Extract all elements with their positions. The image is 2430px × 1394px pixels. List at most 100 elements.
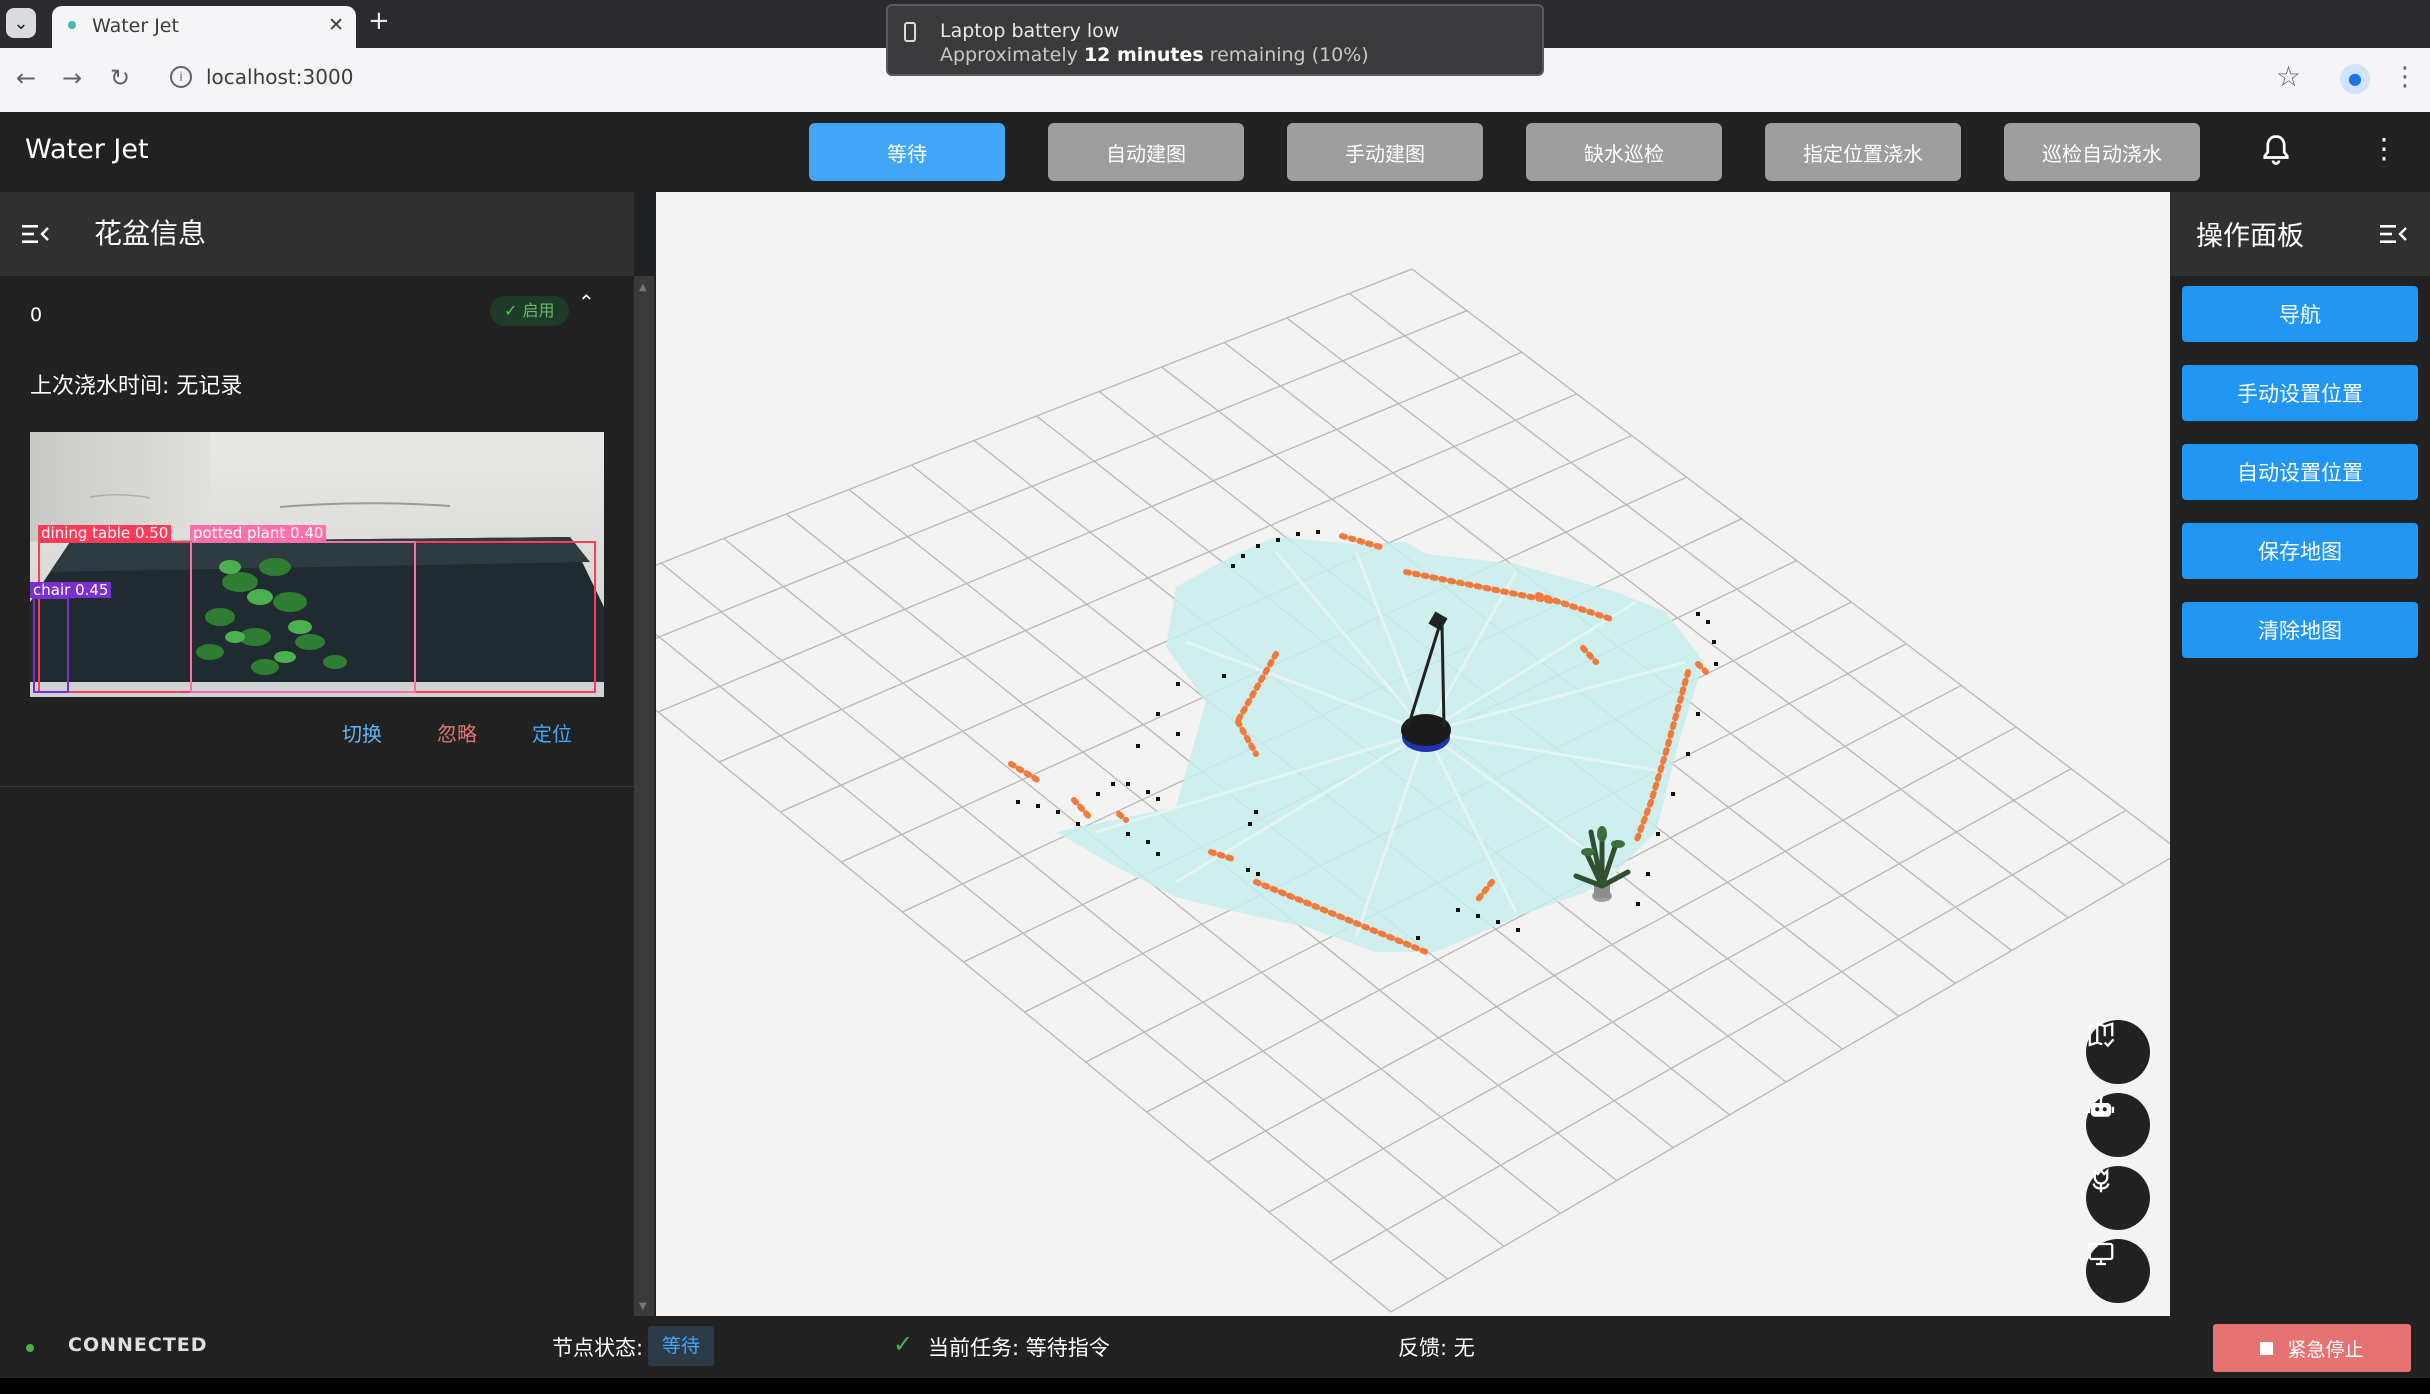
scan-point: [1156, 797, 1160, 801]
pot-info-panel: 花盆信息 ▲ ▼ 0 ✓ 启用 ⌃ 上次浇水时间: 无记录 dining tab…: [0, 192, 654, 1316]
scan-point: [1316, 530, 1320, 534]
bookmark-star-icon[interactable]: ☆: [2276, 60, 2301, 93]
pot-info-header: 花盆信息: [0, 192, 634, 276]
monitor-icon: [2088, 1242, 2114, 1266]
url-text[interactable]: localhost:3000: [206, 65, 353, 89]
feedback: 反馈: 无: [1398, 1336, 1475, 1360]
check-icon: ✓: [504, 301, 518, 320]
flower-icon: [2092, 1168, 2110, 1193]
connection-status: CONNECTED: [68, 1334, 208, 1356]
status-bar: CONNECTED 节点状态: 等待 ✓ 当前任务: 等待指令 反馈: 无 紧急…: [0, 1316, 2430, 1378]
scan-point: [1686, 752, 1690, 756]
scan-point: [1076, 822, 1080, 826]
current-task: 当前任务: 等待指令: [928, 1336, 1110, 1360]
scan-point: [1636, 902, 1640, 906]
detection-box-potted-plant: [190, 541, 416, 693]
scan-point: [1176, 682, 1180, 686]
robot-icon: [2087, 1095, 2115, 1117]
scan-point: [1276, 538, 1280, 542]
panel-scrollbar[interactable]: ▲ ▼: [634, 276, 654, 1316]
scan-point: [1111, 782, 1115, 786]
map-3d-viewer[interactable]: [656, 192, 2170, 1316]
browser-tab[interactable]: Water Jet ✕: [52, 6, 356, 48]
fab-monitor[interactable]: [2086, 1239, 2150, 1303]
fab-flower[interactable]: [2086, 1166, 2150, 1230]
scan-point: [1126, 782, 1130, 786]
app-bar: Water Jet 等待 自动建图 手动建图 缺水巡检 指定位置浇水 巡检自动浇…: [0, 112, 2430, 192]
card-divider: [0, 786, 634, 787]
ignore-button[interactable]: 忽略: [437, 718, 477, 747]
tab-close-icon[interactable]: ✕: [328, 14, 344, 36]
detection-box-chair: [33, 597, 69, 693]
scan-point: [1036, 804, 1040, 808]
reload-icon[interactable]: ↻: [110, 64, 130, 92]
notification-bell-icon[interactable]: [2258, 132, 2294, 168]
emergency-stop-button[interactable]: 紧急停止: [2213, 1324, 2411, 1372]
scan-point: [1256, 544, 1260, 548]
operation-panel: 操作面板 导航 手动设置位置 自动设置位置 保存地图 清除地图: [2170, 192, 2430, 1316]
scroll-down-icon[interactable]: ▼: [639, 1301, 647, 1312]
scan-point: [1146, 840, 1150, 844]
scan-point: [1146, 790, 1150, 794]
fab-robot[interactable]: [2086, 1093, 2150, 1157]
app-title: Water Jet: [25, 134, 149, 165]
scan-point: [1646, 872, 1650, 876]
scan-point: [1712, 640, 1716, 644]
mode-button-water-patrol[interactable]: 缺水巡检: [1526, 123, 1722, 181]
profile-avatar-icon[interactable]: ●: [2340, 64, 2370, 94]
detection-label-chair: chair 0.45: [30, 582, 112, 598]
switch-button[interactable]: 切换: [342, 718, 382, 747]
scan-point: [1056, 810, 1060, 814]
mode-button-manual-mapping[interactable]: 手动建图: [1287, 123, 1483, 181]
camera-detection-image: dining table 0.50 potted plant 0.40 chai…: [30, 432, 604, 697]
clear-map-button[interactable]: 清除地图: [2182, 602, 2418, 658]
scan-point: [1176, 732, 1180, 736]
pot-info-title: 花盆信息: [94, 217, 207, 250]
scan-point: [1246, 868, 1250, 872]
scan-point: [1096, 792, 1100, 796]
collapse-card-chevron-icon[interactable]: ⌃: [578, 290, 595, 314]
battery-notification[interactable]: Laptop battery low Approximately 12 minu…: [886, 4, 1544, 76]
scan-point: [1241, 554, 1245, 558]
back-arrow-icon[interactable]: ←: [16, 64, 36, 92]
mode-button-water-at-position[interactable]: 指定位置浇水: [1765, 123, 1961, 181]
notification-text: Approximately 12 minutes remaining (10%): [940, 44, 1369, 66]
scan-point: [1254, 810, 1258, 814]
scan-point: [1016, 800, 1020, 804]
scan-point: [1714, 662, 1718, 666]
collapse-menu-icon[interactable]: [22, 222, 50, 246]
grid-line: [1390, 857, 2170, 1313]
scan-point: [1248, 822, 1252, 826]
tab-title: Water Jet: [92, 15, 179, 37]
mode-button-wait[interactable]: 等待: [809, 123, 1005, 181]
site-info-icon[interactable]: i: [170, 66, 192, 88]
save-map-button[interactable]: 保存地图: [2182, 523, 2418, 579]
scroll-up-icon[interactable]: ▲: [639, 282, 647, 293]
fab-map-check[interactable]: [2086, 1020, 2150, 1084]
collapse-menu-icon[interactable]: [2380, 222, 2408, 246]
browser-menu-icon[interactable]: ⋮: [2392, 62, 2418, 92]
app-menu-icon[interactable]: ⋮: [2370, 132, 2398, 165]
scan-point: [1656, 832, 1660, 836]
pot-status-badge: ✓ 启用: [490, 296, 569, 326]
forward-arrow-icon[interactable]: →: [62, 64, 82, 92]
locate-button[interactable]: 定位: [532, 718, 572, 747]
map-scene: [656, 268, 2170, 1313]
task-check-icon: ✓: [893, 1330, 914, 1358]
navigate-button[interactable]: 导航: [2182, 286, 2418, 342]
scan-point: [1496, 920, 1500, 924]
scan-point: [1126, 832, 1130, 836]
manual-set-position-button[interactable]: 手动设置位置: [2182, 365, 2418, 421]
scan-point: [1156, 852, 1160, 856]
scan-point: [1696, 712, 1700, 716]
notification-title: Laptop battery low: [940, 20, 1120, 42]
detection-label-potted-plant: potted plant 0.40: [190, 525, 327, 541]
mode-button-auto-mapping[interactable]: 自动建图: [1048, 123, 1244, 181]
scan-point: [1706, 620, 1710, 624]
battery-icon: [904, 22, 916, 42]
mode-button-patrol-auto-water[interactable]: 巡检自动浇水: [2004, 123, 2200, 181]
map-check-icon: [2088, 1022, 2115, 1048]
auto-set-position-button[interactable]: 自动设置位置: [2182, 444, 2418, 500]
tab-list-chevron-icon[interactable]: ⌄: [6, 8, 36, 38]
new-tab-plus-icon[interactable]: +: [368, 6, 390, 36]
